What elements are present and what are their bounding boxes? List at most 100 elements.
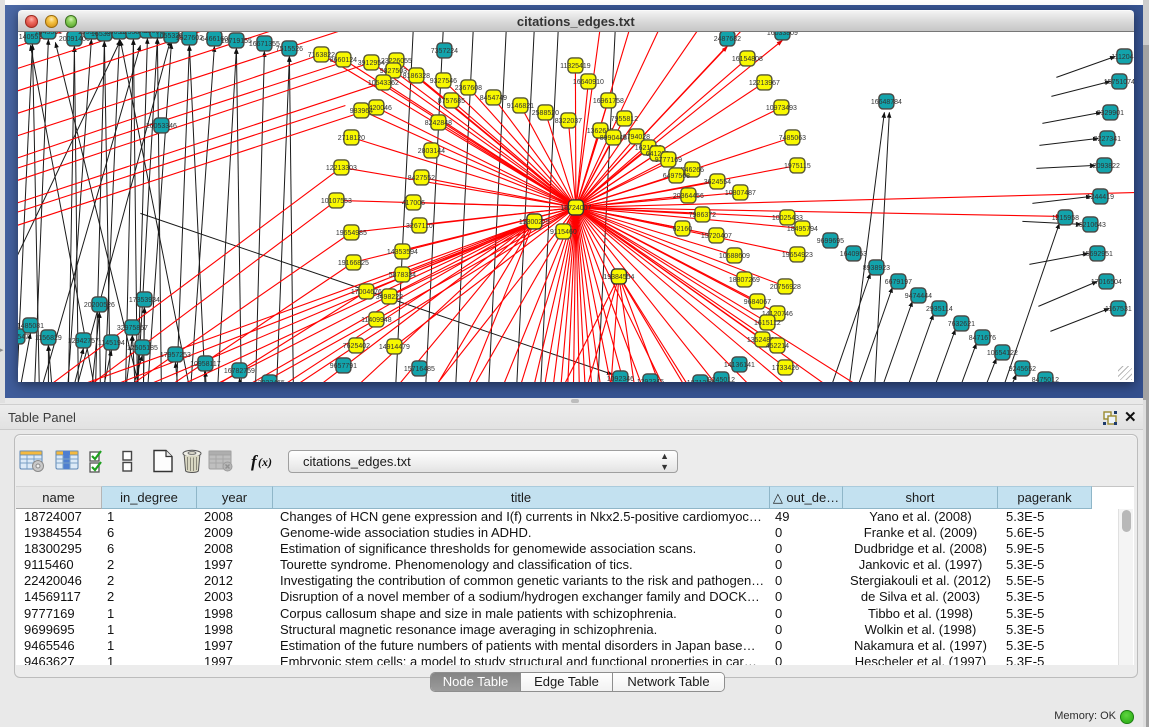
svg-text:1145194: 1145194	[98, 340, 125, 347]
svg-text:8660124: 8660124	[329, 57, 356, 64]
svg-text:7515526: 7515526	[275, 46, 302, 53]
svg-text:9329901: 9329901	[1096, 110, 1123, 117]
svg-text:9115460: 9115460	[550, 229, 577, 236]
svg-text:16033809: 16033809	[766, 32, 797, 37]
svg-text:9657791: 9657791	[329, 363, 356, 370]
svg-text:20053346: 20053346	[145, 123, 176, 130]
svg-text:(x): (x)	[258, 455, 272, 469]
svg-text:16961758: 16961758	[592, 98, 623, 105]
svg-text:15692951: 15692951	[1081, 251, 1112, 258]
svg-text:19166825: 19166825	[337, 260, 368, 267]
svg-text:9699695: 9699695	[816, 238, 843, 245]
svg-text:9146821: 9146821	[506, 103, 533, 110]
svg-text:2803144: 2803144	[417, 148, 444, 155]
svg-text:1156829: 1156829	[35, 335, 62, 342]
svg-text:3267110: 3267110	[406, 223, 433, 230]
svg-text:20756928: 20756928	[769, 284, 800, 291]
svg-text:16648784: 16648784	[870, 99, 901, 106]
svg-text:2718120: 2718120	[337, 135, 364, 142]
svg-text:20364456: 20364456	[672, 193, 703, 200]
svg-text:8471676: 8471676	[968, 335, 995, 342]
svg-text:19384554: 19384554	[603, 274, 634, 281]
svg-text:16782759: 16782759	[223, 368, 254, 375]
svg-text:7986372: 7986372	[688, 212, 715, 219]
svg-text:2588520: 2588520	[531, 110, 558, 117]
svg-text:1292345: 1292345	[636, 379, 663, 382]
svg-text:1640953: 1640953	[839, 251, 866, 258]
svg-text:10719155: 10719155	[220, 38, 251, 45]
svg-text:1733426: 1733426	[771, 365, 798, 372]
svg-text:1112044: 1112044	[1111, 54, 1134, 61]
svg-text:17353934: 17353934	[128, 297, 159, 304]
svg-text:16210643: 16210643	[1074, 222, 1105, 229]
svg-text:15716485: 15716485	[403, 366, 434, 373]
svg-text:7485063: 7485063	[778, 135, 805, 142]
svg-text:8242848: 8242848	[424, 120, 451, 127]
svg-text:7625402: 7625402	[342, 343, 369, 350]
svg-text:1615112: 1615112	[754, 320, 781, 327]
svg-text:12942757: 12942757	[67, 338, 98, 345]
svg-text:17016504: 17016504	[1090, 279, 1121, 286]
svg-text:1975115: 1975115	[784, 163, 811, 170]
svg-text:9327546: 9327546	[429, 78, 456, 85]
svg-text:9474444: 9474444	[904, 293, 931, 300]
svg-text:10654122: 10654122	[986, 350, 1017, 357]
svg-text:2367608: 2367608	[454, 85, 481, 92]
svg-text:10688609: 10688609	[718, 253, 749, 260]
svg-text:18807269: 18807269	[728, 277, 759, 284]
svg-text:1215958: 1215958	[1051, 215, 1078, 222]
svg-text:7955812: 7955812	[610, 116, 637, 123]
svg-text:1485081: 1485081	[18, 323, 44, 330]
svg-text:15720407: 15720407	[700, 233, 731, 240]
svg-text:5878334: 5878334	[388, 272, 415, 279]
svg-text:8322037: 8322037	[554, 118, 581, 125]
svg-text:391547: 391547	[18, 334, 29, 341]
svg-text:8757685: 8757685	[437, 98, 464, 105]
svg-text:12923465: 12923465	[253, 380, 284, 382]
svg-text:1527602: 1527602	[175, 35, 202, 42]
svg-text:9227341: 9227341	[1093, 136, 1120, 143]
svg-text:12093822: 12093822	[1088, 163, 1119, 170]
svg-text:14353594: 14353594	[386, 249, 417, 256]
svg-text:10107553: 10107553	[320, 198, 351, 205]
svg-text:6497568: 6497568	[662, 173, 689, 180]
svg-text:1092346: 1092346	[606, 376, 633, 382]
svg-text:32975867: 32975867	[116, 325, 147, 332]
svg-text:10973493: 10973493	[765, 105, 796, 112]
svg-text:10807487: 10807487	[724, 190, 755, 197]
svg-text:16154808: 16154808	[731, 56, 762, 63]
svg-text:18724007: 18724007	[560, 205, 591, 212]
svg-text:1244419: 1244419	[1086, 194, 1113, 201]
svg-text:8454749: 8454749	[479, 95, 506, 102]
svg-text:10958117: 10958117	[190, 361, 221, 368]
svg-text:17957253: 17957253	[159, 352, 190, 359]
svg-text:9245652: 9245652	[1008, 366, 1035, 373]
svg-text:11409948: 11409948	[361, 317, 392, 324]
svg-text:3498222: 3498222	[375, 294, 402, 301]
svg-text:8427552: 8427552	[407, 175, 434, 182]
svg-text:8938923: 8938923	[862, 265, 889, 272]
svg-text:8186328: 8186328	[402, 73, 429, 80]
svg-text:1167531: 1167531	[1105, 306, 1132, 313]
svg-text:6679197: 6679197	[884, 279, 911, 286]
svg-text:9684067: 9684067	[743, 299, 770, 306]
svg-text:8475012: 8475012	[1031, 377, 1058, 382]
svg-text:2935114: 2935114	[926, 306, 953, 313]
svg-text:19654923: 19654923	[781, 252, 812, 259]
svg-text:16640910: 16640910	[572, 79, 603, 86]
svg-text:7357224: 7357224	[430, 48, 457, 55]
svg-text:9777169: 9777169	[654, 157, 681, 164]
svg-text:15300275: 15300275	[518, 219, 549, 226]
svg-text:983964: 983964	[349, 108, 372, 115]
svg-text:62160: 62160	[672, 226, 692, 233]
svg-text:15751074: 15751074	[1103, 79, 1134, 86]
svg-text:11325419: 11325419	[560, 63, 591, 70]
svg-text:12505185: 12505185	[126, 345, 157, 352]
svg-text:12213303: 12213303	[325, 165, 356, 172]
svg-text:7632621: 7632621	[947, 321, 974, 328]
svg-text:10543362: 10543362	[367, 80, 398, 87]
svg-text:452214: 452214	[765, 343, 788, 350]
svg-text:417006: 417006	[401, 200, 424, 207]
svg-text:14136141: 14136141	[723, 362, 754, 369]
svg-text:2487682: 2487682	[713, 36, 740, 43]
